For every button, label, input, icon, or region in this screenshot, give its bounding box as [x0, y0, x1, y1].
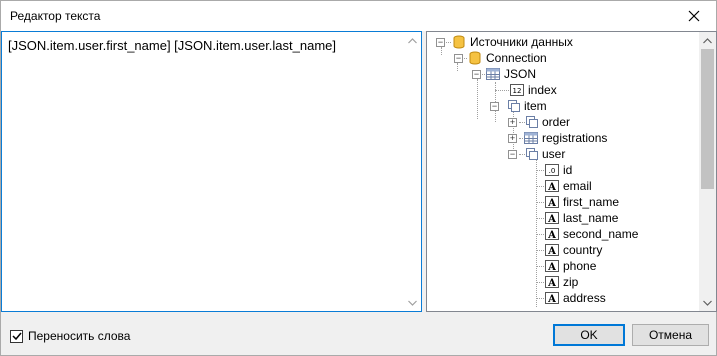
text-field-icon: A [545, 196, 559, 209]
text-field-icon: A [545, 276, 559, 289]
tree-node-label: first_name [563, 195, 620, 209]
tree-node-field[interactable]: A address [544, 290, 606, 306]
text-field-icon: A [545, 212, 559, 225]
tree-node-order[interactable]: order [523, 114, 570, 130]
tree-node-label: address [563, 291, 606, 305]
tree-node-label: registrations [542, 131, 608, 145]
tree-node-label: index [528, 83, 557, 97]
text-field-icon: A [545, 260, 559, 273]
editor-scrollbar[interactable] [404, 32, 421, 311]
scroll-up-arrow-icon[interactable] [699, 32, 716, 49]
svg-text:A: A [547, 198, 556, 209]
tree-node-label: phone [563, 259, 597, 273]
tree-node-connection[interactable]: Connection [467, 50, 547, 66]
close-button[interactable] [672, 1, 716, 31]
svg-text:12: 12 [513, 87, 522, 95]
text-editor-area[interactable]: [JSON.item.user.first_name] [JSON.item.u… [1, 31, 422, 312]
collapse-json-toggle[interactable]: − [472, 70, 481, 79]
tree-node-field[interactable]: A email [544, 178, 592, 194]
svg-text:A: A [547, 294, 556, 305]
tree-node-user[interactable]: user [523, 146, 565, 162]
tree-node-field[interactable]: A zip [544, 274, 578, 290]
tree-node-item[interactable]: item [505, 98, 547, 114]
object-icon [508, 100, 520, 112]
tree-node-label: email [563, 179, 592, 193]
ok-button[interactable]: OK [553, 324, 625, 346]
tree-node-field[interactable]: A second_name [544, 226, 638, 242]
text-field-icon: A [545, 244, 559, 257]
svg-text:.0: .0 [549, 167, 556, 175]
word-wrap-checkbox[interactable] [10, 329, 23, 343]
collapse-root-toggle[interactable]: − [436, 38, 445, 47]
table-icon [486, 68, 500, 80]
tree-node-label: user [542, 147, 566, 161]
tree-node-field[interactable]: A last_name [544, 210, 618, 226]
tree-node-label: Источники данных [470, 35, 573, 49]
collapse-user-toggle[interactable]: − [508, 150, 517, 159]
tree-node-field[interactable]: A country [544, 242, 602, 258]
cancel-button[interactable]: Отмена [632, 324, 709, 346]
tree-node-label: Connection [486, 51, 547, 65]
expand-registrations-toggle[interactable]: + [508, 134, 517, 143]
tree-node-index[interactable]: 12 index [509, 82, 557, 98]
word-wrap-label: Переносить слова [28, 329, 131, 343]
tree-scrollbar[interactable] [699, 32, 716, 311]
close-icon [688, 10, 700, 22]
expand-order-toggle[interactable]: + [508, 118, 517, 127]
tree-node-field[interactable]: A first_name [544, 194, 619, 210]
number-field-icon: .0 [545, 164, 559, 176]
tree-node-label: JSON [504, 67, 537, 81]
tree-node-label: zip [563, 275, 579, 289]
tree-node-field[interactable]: .0 id [544, 162, 572, 178]
tree-node-root[interactable]: Источники данных [451, 34, 573, 50]
text-field-icon: A [545, 180, 559, 193]
table-icon [524, 132, 538, 144]
tree-node-label: country [563, 243, 603, 257]
tree-node-registrations[interactable]: registrations [523, 130, 607, 146]
scrollbar-thumb[interactable] [701, 49, 714, 189]
tree-node-json[interactable]: JSON [485, 66, 536, 82]
scroll-down-arrow-icon[interactable] [404, 294, 421, 311]
svg-text:A: A [547, 278, 556, 289]
text-field-icon: A [545, 292, 559, 305]
text-field-icon: A [545, 228, 559, 241]
database-icon [453, 35, 465, 49]
svg-text:A: A [547, 230, 556, 241]
svg-text:A: A [547, 262, 556, 273]
tree-node-label: item [524, 99, 547, 113]
tree-node-field[interactable]: A phone [544, 258, 596, 274]
data-source-tree[interactable]: − − − − + + − Источники данных Connectio… [426, 31, 717, 312]
text-editor-dialog: Редактор текста [JSON.item.user.first_na… [0, 0, 717, 356]
scroll-down-arrow-icon[interactable] [699, 294, 716, 311]
scroll-up-arrow-icon[interactable] [404, 32, 421, 49]
svg-text:A: A [547, 246, 556, 257]
collapse-item-toggle[interactable]: − [490, 102, 499, 111]
tree-node-label: second_name [563, 227, 639, 241]
database-icon [469, 51, 481, 65]
number-field-icon: 12 [510, 84, 524, 96]
collapse-connection-toggle[interactable]: − [454, 54, 463, 63]
object-icon [526, 116, 538, 128]
title-bar: Редактор текста [1, 1, 716, 31]
tree-node-label: order [542, 115, 571, 129]
object-icon [526, 148, 538, 160]
svg-text:A: A [547, 214, 556, 225]
dialog-title: Редактор текста [10, 9, 101, 23]
checkmark-icon [11, 332, 22, 341]
expression-text[interactable]: [JSON.item.user.first_name] [JSON.item.u… [8, 38, 336, 53]
word-wrap-option[interactable]: Переносить слова [10, 329, 130, 343]
tree-node-label: last_name [563, 211, 619, 225]
tree-node-label: id [563, 163, 573, 177]
svg-text:A: A [547, 182, 556, 193]
